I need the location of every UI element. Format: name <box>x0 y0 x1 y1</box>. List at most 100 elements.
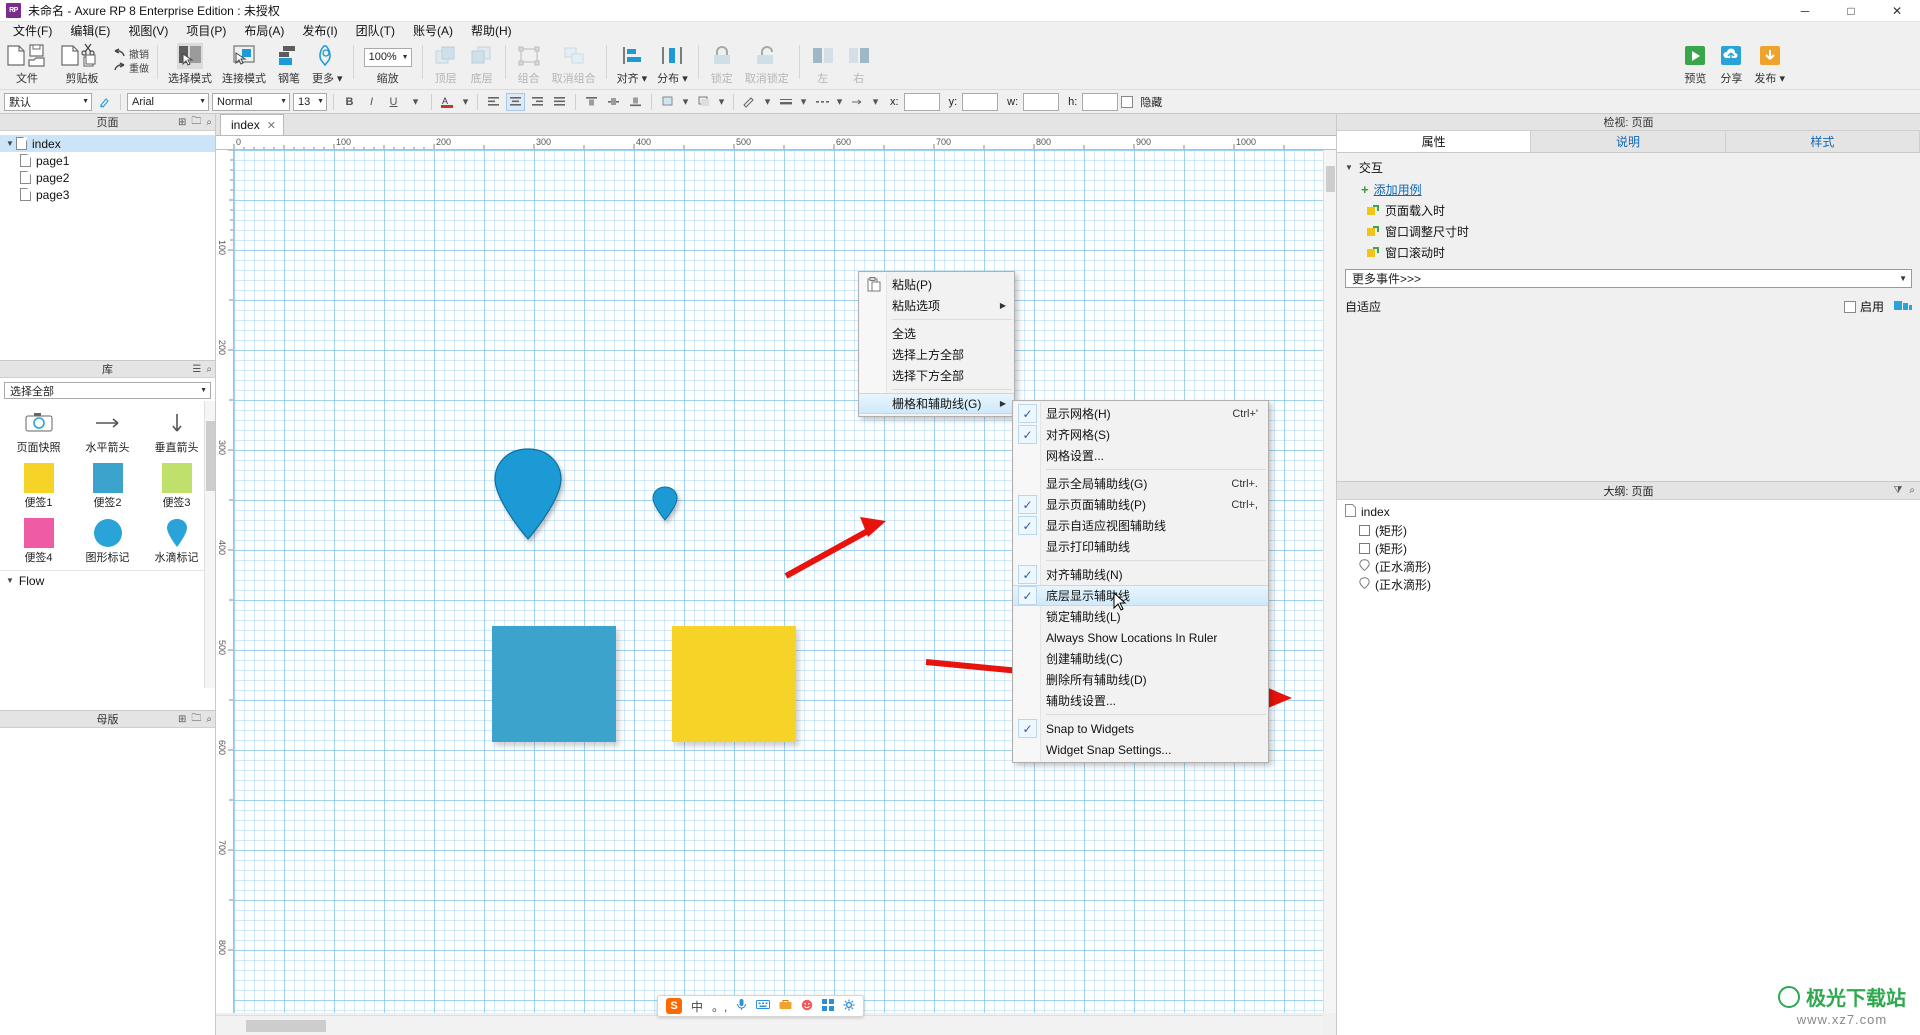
close-button[interactable]: ✕ <box>1874 0 1920 22</box>
library-item-note4[interactable]: 便签4 <box>4 515 73 568</box>
right-button[interactable]: 右 <box>841 40 877 86</box>
context-menu-item-select-all[interactable]: 全选 <box>859 323 1014 344</box>
outline-root[interactable]: index <box>1337 503 1920 521</box>
publish-button[interactable]: 发布 ▾ <box>1749 40 1790 86</box>
hidden-checkbox[interactable] <box>1121 95 1134 108</box>
page-tree-item-page3[interactable]: page3 <box>0 186 215 203</box>
context-menu-item-grid-and-guides[interactable]: 栅格和辅助线(G) ▶ <box>859 393 1014 414</box>
library-select[interactable]: 选择全部 ▼ <box>4 382 211 399</box>
y-input[interactable] <box>962 92 999 111</box>
library-item-snapshot[interactable]: 页面快照 <box>4 405 73 458</box>
library-item-vertical-arrow[interactable]: 垂直箭头 <box>142 405 211 458</box>
lock-button[interactable]: 锁定 <box>704 40 740 86</box>
menu-project[interactable]: 项目(P) <box>177 22 235 40</box>
font-weight-select[interactable]: Normal ▼ <box>212 92 290 111</box>
large-blue-pin-shape[interactable] <box>492 447 564 545</box>
canvas-context-menu[interactable]: 粘贴(P) 粘贴选项 ▶ 全选 选择上方全部 选择下方全部 栅格和辅助线(G) … <box>858 271 1015 417</box>
maximize-button[interactable]: □ <box>1828 0 1874 22</box>
file-group-button[interactable]: 文件 <box>0 40 54 86</box>
page-tree-item-index[interactable]: ▼ index <box>0 135 215 152</box>
valign-middle-button[interactable] <box>604 93 623 111</box>
library-scrollbar-thumb[interactable] <box>206 421 215 491</box>
context-menu-item-select-below[interactable]: 选择下方全部 <box>859 365 1014 386</box>
align-right-button[interactable] <box>528 93 547 111</box>
line-width-dropdown[interactable]: ▾ <box>798 93 809 111</box>
library-item-note2[interactable]: 便签2 <box>73 460 142 513</box>
menu-publish[interactable]: 发布(I) <box>293 22 346 40</box>
line-color-button[interactable] <box>740 93 759 111</box>
context-menu-item-paste-options[interactable]: 粘贴选项 ▶ <box>859 295 1014 316</box>
event-page-load[interactable]: 页面载入时 <box>1367 202 1920 219</box>
line-color-dropdown[interactable]: ▾ <box>762 93 773 111</box>
horizontal-ruler[interactable]: 0 100 200 300 400 500 600 700 800 900 10… <box>216 136 1336 150</box>
more-text-options-button[interactable]: ▾ <box>406 93 425 111</box>
menu-help[interactable]: 帮助(H) <box>462 22 521 40</box>
menu-account[interactable]: 账号(A) <box>404 22 462 40</box>
tab-properties[interactable]: 属性 <box>1337 131 1532 152</box>
line-style-button[interactable] <box>812 93 831 111</box>
submenu-item-widget-snap-settings[interactable]: Widget Snap Settings... <box>1013 739 1268 760</box>
valign-bottom-button[interactable] <box>626 93 645 111</box>
style-manager-button[interactable] <box>95 93 114 111</box>
submenu-item-show-adaptive-guides[interactable]: ✓ 显示自适应视图辅助线 <box>1013 515 1268 536</box>
apps-icon[interactable] <box>822 998 835 1014</box>
ime-toolbar[interactable]: S 中 。, <box>657 995 865 1017</box>
more-tools-button[interactable]: 更多 ▾ <box>307 40 348 86</box>
font-color-dropdown[interactable]: ▾ <box>460 93 471 111</box>
add-master-icon[interactable]: ⊞ <box>178 714 186 725</box>
zoom-select[interactable]: 100% ▼ <box>363 47 412 67</box>
page-tree-item-page2[interactable]: page2 <box>0 169 215 186</box>
arrow-style-button[interactable] <box>848 93 867 111</box>
library-item-droplet-marker[interactable]: 水滴标记 <box>142 515 211 568</box>
sogou-logo-icon[interactable]: S <box>666 998 682 1014</box>
vertical-ruler[interactable]: 100 200 300 400 500 600 700 800 <box>216 150 234 1013</box>
event-window-resize[interactable]: 窗口调整尺寸时 <box>1367 223 1920 240</box>
library-item-horizontal-arrow[interactable]: 水平箭头 <box>73 405 142 458</box>
canvas-vscroll-thumb[interactable] <box>1326 166 1335 192</box>
expand-caret-icon[interactable]: ▼ <box>6 139 16 148</box>
submenu-item-snap-to-grid[interactable]: ✓ 对齐网格(S) <box>1013 424 1268 445</box>
add-folder-icon[interactable]: 🗀 <box>191 711 201 728</box>
submenu-item-guides-below-objects[interactable]: ✓ 底层显示辅助线 <box>1013 585 1268 606</box>
preview-button[interactable]: 预览 <box>1677 40 1713 86</box>
library-scrollbar[interactable] <box>204 401 215 688</box>
toolbox-icon[interactable] <box>779 999 792 1013</box>
fill-color-button[interactable] <box>658 93 677 111</box>
canvas-horizontal-scrollbar[interactable] <box>216 1015 1323 1035</box>
submenu-item-guide-settings[interactable]: 辅助线设置... <box>1013 690 1268 711</box>
blue-rectangle-shape[interactable] <box>492 626 616 742</box>
mic-icon[interactable] <box>736 998 747 1014</box>
h-input[interactable] <box>1082 92 1119 111</box>
zoom-control[interactable]: 100% ▼ 缩放 <box>359 40 417 86</box>
redo-button[interactable]: 重做 <box>110 60 152 75</box>
submenu-item-snap-to-widgets[interactable]: ✓ Snap to Widgets <box>1013 718 1268 739</box>
adaptive-views-icon[interactable] <box>1894 299 1912 315</box>
search-icon[interactable]: ⌕ <box>206 364 212 375</box>
arrow-style-dropdown[interactable]: ▾ <box>870 93 881 111</box>
line-style-dropdown[interactable]: ▾ <box>834 93 845 111</box>
interactions-header[interactable]: ▼ 交互 <box>1345 159 1920 176</box>
yellow-rectangle-shape[interactable] <box>672 626 796 742</box>
menu-layout[interactable]: 布局(A) <box>235 22 293 40</box>
left-button[interactable]: 左 <box>805 40 841 86</box>
bring-to-front-button[interactable]: 顶层 <box>428 40 464 86</box>
library-item-note1[interactable]: 便签1 <box>4 460 73 513</box>
tab-notes[interactable]: 说明 <box>1531 131 1726 152</box>
w-input[interactable] <box>1023 92 1060 111</box>
outline-item-droplet-2[interactable]: (正水滴形) <box>1337 575 1920 593</box>
context-menu-item-paste[interactable]: 粘贴(P) <box>859 274 1014 295</box>
select-mode-button[interactable]: 选择模式 <box>163 40 217 86</box>
bold-button[interactable]: B <box>340 93 359 111</box>
canvas-hscroll-thumb[interactable] <box>246 1020 326 1032</box>
fill-color-dropdown[interactable]: ▾ <box>680 93 691 111</box>
grid-and-guides-submenu[interactable]: ✓ 显示网格(H) Ctrl+' ✓ 对齐网格(S) 网格设置... 显示全局辅… <box>1012 400 1269 763</box>
context-menu-item-select-above[interactable]: 选择上方全部 <box>859 344 1014 365</box>
distribute-button[interactable]: 分布 ▾ <box>652 40 693 86</box>
x-input[interactable] <box>903 92 940 111</box>
add-page-icon[interactable]: ⊞ <box>178 117 186 128</box>
submenu-item-show-grid[interactable]: ✓ 显示网格(H) Ctrl+' <box>1013 403 1268 424</box>
library-item-circle-marker[interactable]: 图形标记 <box>73 515 142 568</box>
unlock-button[interactable]: 取消锁定 <box>740 40 794 86</box>
ime-punctuation-toggle[interactable]: 。, <box>712 998 727 1015</box>
outline-item-rect-1[interactable]: (矩形) <box>1337 521 1920 539</box>
